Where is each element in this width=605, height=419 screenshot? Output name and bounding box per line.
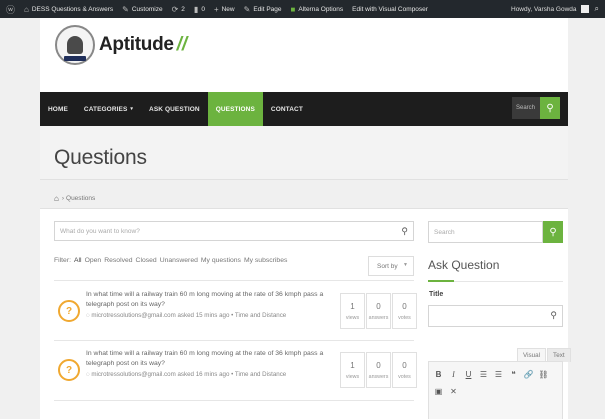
ask-question-heading: Ask Question <box>428 258 500 272</box>
bullet-list-icon[interactable]: ☰ <box>477 368 490 381</box>
refresh-icon: ⟳ <box>171 4 179 14</box>
question-meta: ◌ microtressolutions@gmail.com asked 16 … <box>86 371 287 378</box>
logo-emblem <box>55 25 95 65</box>
title-band: Questions <box>40 126 568 180</box>
nav-item-ask-question[interactable]: ASK QUESTION <box>141 92 208 126</box>
filter-my-subscribes[interactable]: My subscribes <box>244 257 287 264</box>
search-icon[interactable]: ⚲ <box>401 226 408 237</box>
list-divider <box>54 340 414 341</box>
question-status-icon: ? <box>58 359 80 381</box>
search-icon: ⚲ <box>546 102 554 114</box>
filter-resolved[interactable]: Resolved <box>104 257 132 264</box>
answers-count: 0 answers <box>366 352 391 388</box>
logo-ribbon <box>64 56 86 61</box>
question-search-input[interactable]: What do you want to know? ⚲ <box>54 221 414 241</box>
filter-my-questions[interactable]: My questions <box>201 257 241 264</box>
logo-accent: // <box>176 34 188 55</box>
question-item[interactable]: ? In what time will a railway train 60 m… <box>54 345 417 407</box>
question-meta: ◌ microtressolutions@gmail.com asked 15 … <box>86 312 287 319</box>
question-filters: Filter: All Open Resolved Closed Unanswe… <box>54 257 290 264</box>
blockquote-icon[interactable]: ❝ <box>507 368 520 381</box>
nav-item-home[interactable]: HOME <box>40 92 76 126</box>
underline-icon[interactable]: U <box>462 368 475 381</box>
filter-open[interactable]: Open <box>85 257 102 264</box>
logo-bust-icon <box>67 36 83 54</box>
filter-unanswered[interactable]: Unanswered <box>160 257 198 264</box>
breadcrumb-current: Questions <box>66 195 96 202</box>
logo-text: Aptitude <box>99 34 174 55</box>
nav-search-button[interactable]: ⚲ <box>540 97 560 119</box>
search-icon[interactable]: ⌕ <box>595 4 599 14</box>
chevron-down-icon: ▼ <box>403 262 408 268</box>
admin-updates[interactable]: ⟳ 2 <box>172 5 185 14</box>
home-icon: ⌂ <box>24 4 29 14</box>
admin-visual-composer[interactable]: Edit with Visual Composer <box>352 6 428 13</box>
unlink-icon[interactable]: ⛓ <box>537 368 550 381</box>
question-title-field[interactable]: ⚲ <box>428 305 563 327</box>
breadcrumb: ⌂ › Questions <box>54 194 95 203</box>
tab-visual[interactable]: Visual <box>517 348 547 362</box>
answers-count: 0 answers <box>366 293 391 329</box>
question-item[interactable]: ? In what time will a railway train 60 m… <box>54 286 417 348</box>
nav-item-categories[interactable]: CATEGORIES ▾ <box>76 92 141 126</box>
filters-label: Filter: <box>54 257 71 264</box>
chevron-down-icon: ▾ <box>130 106 134 112</box>
votes-count: 0 votes <box>392 293 417 329</box>
square-icon: ■ <box>290 4 296 14</box>
wordpress-logo-icon[interactable]: ⓦ <box>6 3 15 16</box>
list-divider <box>54 400 414 401</box>
views-count: 1 views <box>340 293 365 329</box>
admin-howdy[interactable]: Howdy, Varsha Gowda <box>511 6 577 13</box>
admin-customize[interactable]: ✎ Customize <box>122 5 162 14</box>
question-status-icon: ? <box>58 300 80 322</box>
question-title[interactable]: In what time will a railway train 60 m l… <box>86 349 334 369</box>
filter-closed[interactable]: Closed <box>136 257 157 264</box>
list-divider <box>54 280 414 281</box>
link-icon[interactable]: 🔗 <box>522 368 535 381</box>
sidebar-search-input[interactable]: Search <box>428 221 543 243</box>
question-title[interactable]: In what time will a railway train 60 m l… <box>86 290 334 310</box>
editor-tabs: Visual Text <box>516 348 571 362</box>
bold-icon[interactable]: B <box>432 368 445 381</box>
site-logo[interactable]: Aptitude // <box>55 25 187 65</box>
admin-alterna-options[interactable]: ■ Alterna Options <box>291 5 344 14</box>
nav-item-contact[interactable]: CONTACT <box>263 92 311 126</box>
nav-search: Search ⚲ <box>512 97 560 119</box>
avatar[interactable] <box>580 5 589 13</box>
search-icon: ⚲ <box>550 310 557 320</box>
page-title: Questions <box>54 146 147 169</box>
heading-underline <box>428 280 454 282</box>
pencil-icon: ✎ <box>243 4 251 14</box>
filter-all[interactable]: All <box>74 257 82 264</box>
plus-icon: + <box>213 4 219 14</box>
nav-item-questions[interactable]: QUESTIONS <box>207 92 263 126</box>
admin-site-name[interactable]: ⌂ DESS Questions & Answers <box>24 5 113 14</box>
admin-edit-page[interactable]: ✎ Edit Page <box>244 5 282 14</box>
tab-text[interactable]: Text <box>547 348 571 362</box>
site-header: Aptitude // <box>40 18 568 92</box>
home-icon[interactable]: ⌂ <box>54 194 59 203</box>
breadcrumb-separator: › <box>61 195 65 202</box>
image-icon[interactable]: ▣ <box>432 385 445 398</box>
admin-comments[interactable]: ▮ 0 <box>194 5 205 14</box>
italic-icon[interactable]: I <box>447 368 460 381</box>
votes-count: 0 votes <box>392 352 417 388</box>
brush-icon: ✎ <box>122 4 129 14</box>
sort-by-select[interactable]: Sort by ▼ <box>368 256 414 276</box>
main-nav: HOME CATEGORIES ▾ ASK QUESTION QUESTIONS … <box>40 92 568 126</box>
comment-icon: ▮ <box>193 4 199 14</box>
title-label: Title <box>429 291 444 298</box>
admin-bar: ⓦ ⌂ DESS Questions & Answers ✎ Customize ⟳… <box>0 0 605 18</box>
numbered-list-icon[interactable]: ☰ <box>492 368 505 381</box>
sidebar-search-button[interactable]: ⚲ <box>543 221 563 243</box>
editor-toolbar: B I U ☰ ☰ ❝ 🔗 ⛓ ▣ ✕ <box>432 368 552 402</box>
views-count: 1 views <box>340 352 365 388</box>
nav-search-input[interactable]: Search <box>512 97 540 119</box>
fullscreen-icon[interactable]: ✕ <box>447 385 460 398</box>
search-icon: ⚲ <box>549 226 557 238</box>
admin-new[interactable]: + New <box>214 5 235 14</box>
